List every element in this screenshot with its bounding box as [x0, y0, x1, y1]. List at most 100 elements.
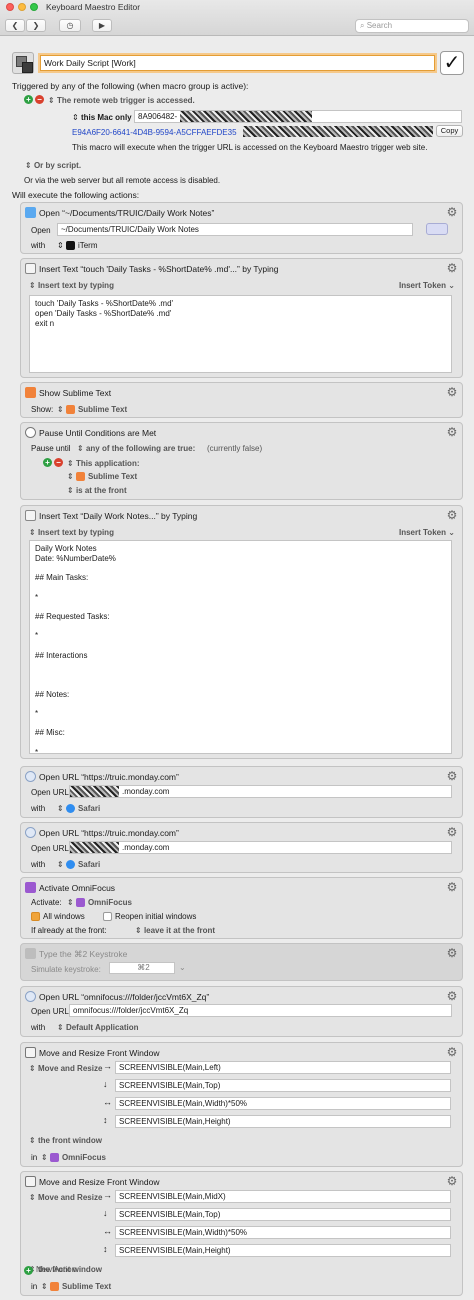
url-field[interactable]: omnifocus:///folder/jccVmt6X_Zq — [69, 1004, 452, 1017]
front-condition-popup[interactable]: ⇕ is at the front — [67, 486, 127, 495]
web-server-note: Or via the web server but all remote acc… — [24, 176, 221, 185]
width-expression-field[interactable]: SCREENVISIBLE(Main,Width)*50% — [115, 1097, 451, 1110]
condition-state: (currently false) — [207, 444, 263, 453]
app-popup[interactable]: ⇕ OmniFocus — [67, 898, 132, 907]
action-open-url-1[interactable]: Open URL “https://truic.monday.com” ⚙ Op… — [20, 766, 463, 818]
url-field[interactable]: .monday.com — [69, 785, 452, 798]
action-title: Open URL “https://truic.monday.com” — [25, 771, 179, 783]
gear-icon[interactable]: ⚙ — [446, 509, 458, 521]
target-window-popup[interactable]: ⇕ the front window — [29, 1136, 102, 1145]
trigger-url-link[interactable]: E94A6F20-6641-4D4B-9594-A5CFFAEFDE35 — [72, 128, 237, 137]
action-move-resize-2[interactable]: Move and Resize Front Window ⚙ ⇕ Move an… — [20, 1171, 463, 1296]
gear-icon[interactable]: ⚙ — [446, 770, 458, 782]
add-trigger-button[interactable]: + — [24, 95, 33, 104]
front-action-popup[interactable]: ⇕ leave it at the front — [135, 926, 215, 935]
macro-enabled-checkbox[interactable]: ✓ — [440, 51, 464, 75]
choose-folder-button[interactable] — [426, 223, 448, 235]
text-icon — [25, 263, 36, 274]
app-popup[interactable]: ⇕ Sublime Text — [57, 405, 127, 414]
run-button[interactable]: ▶ — [92, 19, 112, 32]
trigger-scope-popup[interactable]: ⇕ this Mac only — [72, 113, 132, 122]
macro-icon[interactable] — [12, 52, 34, 74]
close-window-button[interactable] — [6, 3, 14, 11]
url-field[interactable]: .monday.com — [69, 841, 452, 854]
gear-icon[interactable]: ⚙ — [446, 1046, 458, 1058]
gear-icon[interactable]: ⚙ — [446, 206, 458, 218]
insert-text-area[interactable]: Daily Work Notes Date: %NumberDate% ## M… — [29, 540, 452, 754]
insert-text-area[interactable]: touch 'Daily Tasks - %ShortDate% .md' op… — [29, 295, 452, 373]
insert-mode-popup[interactable]: ⇕ Insert text by typing — [29, 528, 114, 537]
app-popup[interactable]: ⇕ Sublime Text — [41, 1282, 111, 1291]
chevron-down-icon[interactable]: ⌄ — [179, 963, 186, 972]
back-button[interactable]: ❮ — [5, 19, 25, 32]
resize-mode-popup[interactable]: ⇕ Move and Resize — [29, 1193, 102, 1202]
zoom-window-button[interactable] — [30, 3, 38, 11]
action-move-resize-1[interactable]: Move and Resize Front Window ⚙ ⇕ Move an… — [20, 1042, 463, 1167]
top-expression-field[interactable]: SCREENVISIBLE(Main,Top) — [115, 1079, 451, 1092]
gear-icon[interactable]: ⚙ — [446, 947, 458, 959]
insert-token-menu[interactable]: Insert Token ⌄ — [399, 528, 455, 537]
updown-icon: ⇕ — [57, 804, 64, 813]
width-expression-field[interactable]: SCREENVISIBLE(Main,Width)*50% — [115, 1226, 451, 1239]
action-open-omnifocus-url[interactable]: Open URL “omnifocus:///folder/jccVmt6X_Z… — [20, 986, 463, 1037]
insert-token-menu[interactable]: Insert Token ⌄ — [399, 281, 455, 290]
app-popup[interactable]: ⇕ OmniFocus — [41, 1153, 106, 1162]
remove-trigger-button[interactable]: − — [35, 95, 44, 104]
app-popup[interactable]: ⇕ Default Application — [57, 1023, 139, 1032]
keystroke-field[interactable]: ⌘2 — [109, 962, 175, 974]
app-popup[interactable]: ⇕ Safari — [57, 804, 100, 813]
copy-url-button[interactable]: Copy — [436, 125, 463, 137]
updown-icon: ⇕ — [41, 1282, 48, 1291]
app-popup[interactable]: ⇕ Sublime Text — [67, 472, 137, 481]
remove-condition-button[interactable]: − — [54, 458, 63, 467]
left-expression-field[interactable]: SCREENVISIBLE(Main,Left) — [115, 1061, 451, 1074]
left-expression-field[interactable]: SCREENVISIBLE(Main,MidX) — [115, 1190, 451, 1203]
resize-mode-popup[interactable]: ⇕ Move and Resize — [29, 1064, 102, 1073]
action-insert-notes[interactable]: Insert Text “Daily Work Notes...” by Typ… — [20, 505, 463, 759]
gear-icon[interactable]: ⚙ — [446, 990, 458, 1002]
clock-icon — [25, 427, 36, 438]
action-pause-until[interactable]: Pause Until Conditions are Met ⚙ Pause u… — [20, 422, 463, 500]
gear-icon[interactable]: ⚙ — [446, 426, 458, 438]
gear-icon[interactable]: ⚙ — [446, 1175, 458, 1187]
this-application-popup[interactable]: ⇕ This application: — [67, 459, 140, 468]
history-clock-button[interactable]: ◷ — [59, 19, 81, 32]
gear-icon[interactable]: ⚙ — [446, 881, 458, 893]
sublime-icon — [25, 387, 36, 398]
action-open-notes[interactable]: Open “~/Documents/TRUIC/Daily Work Notes… — [20, 202, 463, 254]
height-expression-field[interactable]: SCREENVISIBLE(Main,Height) — [115, 1244, 451, 1257]
reopen-windows-checkbox[interactable]: Reopen initial windows — [103, 912, 196, 921]
search-input[interactable]: ⌕ Search — [355, 19, 469, 33]
forward-button[interactable]: ❯ — [26, 19, 46, 32]
condition-popup[interactable]: ⇕ any of the following are true: — [77, 444, 195, 453]
action-title: Move and Resize Front Window — [25, 1176, 159, 1188]
height-expression-field[interactable]: SCREENVISIBLE(Main,Height) — [115, 1115, 451, 1128]
gear-icon[interactable]: ⚙ — [446, 262, 458, 274]
action-open-url-2[interactable]: Open URL “https://truic.monday.com” ⚙ Op… — [20, 822, 463, 873]
add-condition-button[interactable]: + — [43, 458, 52, 467]
chevron-down-icon: ⌄ — [448, 281, 455, 290]
gear-icon[interactable]: ⚙ — [446, 386, 458, 398]
all-windows-checkbox[interactable]: All windows — [31, 912, 85, 921]
minimize-window-button[interactable] — [18, 3, 26, 11]
updown-icon: ⇕ — [29, 1193, 36, 1202]
app-popup[interactable]: ⇕ Safari — [57, 860, 100, 869]
insert-mode-popup[interactable]: ⇕ Insert text by typing — [29, 281, 114, 290]
macro-name-field[interactable]: Work Daily Script [Work] — [40, 55, 435, 71]
open-path-field[interactable]: ~/Documents/TRUIC/Daily Work Notes — [57, 223, 413, 236]
front-label: If already at the front: — [31, 926, 107, 935]
gear-icon[interactable]: ⚙ — [446, 826, 458, 838]
with-label: with — [31, 1023, 46, 1032]
sublime-icon — [75, 472, 85, 481]
action-keystroke-disabled[interactable]: Type the ⌘2 Keystroke ⚙ Simulate keystro… — [20, 943, 463, 981]
updown-icon: ⇕ — [57, 1023, 64, 1032]
action-show-sublime[interactable]: Show Sublime Text ⚙ Show: ⇕ Sublime Text — [20, 382, 463, 418]
app-popup[interactable]: ⇕ iTerm — [57, 241, 98, 250]
new-action-button[interactable]: + New Action — [24, 1265, 76, 1275]
updown-icon: ⇕ — [29, 1064, 36, 1073]
action-activate-omnifocus[interactable]: Activate OmniFocus ⚙ Activate: ⇕ OmniFoc… — [20, 877, 463, 939]
action-title: Type the ⌘2 Keystroke — [25, 948, 127, 960]
keyboard-icon — [25, 948, 36, 959]
action-insert-touch[interactable]: Insert Text “touch 'Daily Tasks - %Short… — [20, 258, 463, 378]
top-expression-field[interactable]: SCREENVISIBLE(Main,Top) — [115, 1208, 451, 1221]
